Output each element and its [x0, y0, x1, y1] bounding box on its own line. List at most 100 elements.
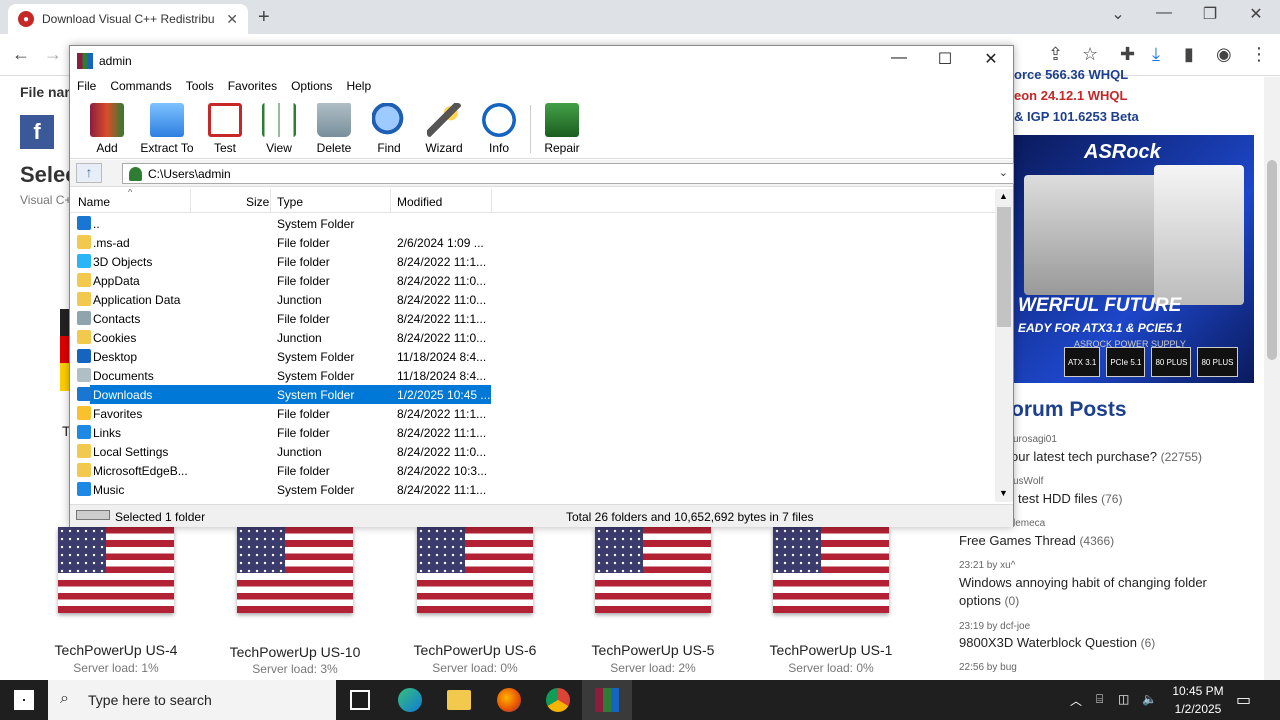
new-tab-button[interactable]: +: [258, 6, 270, 29]
file-row[interactable]: Contacts File folder 8/24/2022 11:1...: [70, 309, 995, 328]
file-row[interactable]: Downloads System Folder 1/2/2025 10:45 ...: [70, 385, 995, 404]
post-title[interactable]: 9800X3D Waterblock Question: [959, 635, 1137, 650]
download-icon[interactable]: ⤓: [1152, 44, 1160, 65]
file-row[interactable]: .. System Folder: [70, 214, 995, 233]
file-row[interactable]: Desktop System Folder 11/18/2024 8:4...: [70, 347, 995, 366]
side-panel-icon[interactable]: ▮: [1184, 44, 1194, 65]
maximize-button[interactable]: ☐: [922, 49, 968, 69]
menu-favorites[interactable]: Favorites: [221, 77, 284, 97]
repair-button[interactable]: Repair: [534, 103, 590, 155]
menu-file[interactable]: File: [70, 77, 103, 97]
notification-icon[interactable]: ▭: [1236, 690, 1251, 710]
menu-commands[interactable]: Commands: [103, 77, 178, 97]
forum-post-link[interactable]: our latest tech purchase? (22755): [1011, 449, 1202, 464]
server-name[interactable]: TechPowerUp US-1: [751, 642, 911, 658]
test-button[interactable]: Test: [197, 103, 253, 155]
forum-post-link[interactable]: Free Games Thread (4366): [959, 533, 1114, 548]
winrar-taskbar-icon[interactable]: [595, 688, 619, 712]
post-title[interactable]: test HDD files: [1018, 491, 1097, 506]
clock-time[interactable]: 10:45 PM: [1168, 684, 1228, 698]
post-title[interactable]: options: [959, 593, 1001, 608]
column-type[interactable]: Type: [277, 195, 303, 209]
file-row[interactable]: Favorites File folder 8/24/2022 11:1...: [70, 404, 995, 423]
menu-kebab-icon[interactable]: ⋮: [1250, 44, 1268, 65]
find-button[interactable]: Find: [361, 103, 417, 155]
file-row[interactable]: 3D Objects File folder 8/24/2022 11:1...: [70, 252, 995, 271]
facebook-icon[interactable]: f: [20, 115, 54, 149]
forum-post-link[interactable]: Windows annoying habit of changing folde…: [959, 575, 1207, 590]
menu-tools[interactable]: Tools: [179, 77, 221, 97]
asrock-advertisement[interactable]: ASRock WERFUL FUTURE EADY FOR ATX3.1 & P…: [1014, 135, 1254, 383]
file-row[interactable]: Documents System Folder 11/18/2024 8:4...: [70, 366, 995, 385]
page-scrollbar-thumb[interactable]: [1267, 160, 1277, 360]
up-folder-button[interactable]: ↑: [76, 163, 102, 183]
us-flag-icon[interactable]: [237, 527, 353, 613]
driver-line-1[interactable]: orce 566.36 WHQL: [1014, 67, 1128, 82]
forum-post-link-cont[interactable]: options (0): [959, 593, 1019, 608]
file-row[interactable]: Music System Folder 8/24/2022 11:1...: [70, 480, 995, 499]
delete-button[interactable]: Delete: [306, 103, 362, 155]
windows-start-icon[interactable]: [14, 690, 34, 710]
view-button[interactable]: View: [251, 103, 307, 155]
file-explorer-icon[interactable]: [447, 690, 471, 710]
network-icon[interactable]: ⌸: [1096, 692, 1103, 707]
taskbar-search[interactable]: ⌕ Type here to search: [48, 680, 336, 720]
back-icon[interactable]: ←: [12, 44, 30, 65]
file-row[interactable]: Local Settings Junction 8/24/2022 11:0...: [70, 442, 995, 461]
chevron-down-icon[interactable]: ⌄: [999, 166, 1008, 179]
scroll-up-icon[interactable]: ▲: [999, 191, 1008, 201]
us-flag-icon[interactable]: [773, 527, 889, 613]
bookmark-star-icon[interactable]: ☆: [1082, 44, 1098, 65]
volume-icon[interactable]: 🔈: [1142, 692, 1157, 706]
chevron-up-icon[interactable]: ︿: [1070, 692, 1082, 709]
extract-to-button[interactable]: Extract To: [137, 103, 197, 155]
tab-search-icon[interactable]: ⌄: [1098, 4, 1138, 24]
us-flag-icon[interactable]: [58, 527, 174, 613]
forum-post-link[interactable]: test HDD files (76): [1018, 491, 1122, 506]
menu-help[interactable]: Help: [339, 77, 378, 97]
share-icon[interactable]: ⇪: [1048, 44, 1063, 65]
clock-date[interactable]: 1/2/2025: [1168, 702, 1228, 716]
menu-options[interactable]: Options: [284, 77, 339, 97]
wizard-button[interactable]: Wizard: [416, 103, 472, 155]
list-scrollbar[interactable]: ▲ ▼: [995, 189, 1013, 502]
minimize-button[interactable]: —: [876, 49, 922, 67]
file-row[interactable]: Cookies Junction 8/24/2022 11:0...: [70, 328, 995, 347]
minimize-button[interactable]: —: [1144, 4, 1184, 22]
file-row[interactable]: .ms-ad File folder 2/6/2024 1:09 ...: [70, 233, 995, 252]
server-name[interactable]: TechPowerUp US-6: [395, 642, 555, 658]
profile-avatar-icon[interactable]: ◉: [1216, 44, 1232, 65]
column-size[interactable]: Size: [246, 195, 269, 209]
winrar-titlebar[interactable]: admin — ☐ ✕: [70, 46, 1013, 76]
info-button[interactable]: Info: [471, 103, 527, 155]
tab-close-icon[interactable]: ✕: [226, 11, 238, 28]
browser-tab[interactable]: ● Download Visual C++ Redistribu ✕: [8, 4, 248, 34]
post-title[interactable]: Free Games Thread: [959, 533, 1076, 548]
file-row[interactable]: AppData File folder 8/24/2022 11:0...: [70, 271, 995, 290]
file-row[interactable]: Application Data Junction 8/24/2022 11:0..…: [70, 290, 995, 309]
path-combobox[interactable]: C:\Users\admin ⌄: [122, 163, 1014, 184]
restore-button[interactable]: ❐: [1190, 4, 1230, 24]
extensions-icon[interactable]: ✚: [1120, 44, 1135, 65]
us-flag-icon[interactable]: [417, 527, 533, 613]
firefox-icon[interactable]: [497, 688, 521, 712]
edge-icon[interactable]: [398, 688, 422, 712]
file-row[interactable]: Links File folder 8/24/2022 11:1...: [70, 423, 995, 442]
scroll-down-icon[interactable]: ▼: [999, 488, 1008, 498]
us-flag-icon[interactable]: [595, 527, 711, 613]
column-name[interactable]: Name: [78, 195, 110, 209]
close-button[interactable]: ✕: [968, 49, 1014, 69]
file-row[interactable]: MicrosoftEdgeB... File folder 8/24/2022 10…: [70, 461, 995, 480]
post-title[interactable]: our latest tech purchase?: [1011, 449, 1157, 464]
server-name[interactable]: TechPowerUp US-10: [215, 644, 375, 660]
column-modified[interactable]: Modified: [397, 195, 442, 209]
post-title[interactable]: Windows annoying habit of changing folde…: [959, 575, 1207, 590]
task-view-icon[interactable]: [350, 690, 370, 710]
chrome-icon[interactable]: [546, 688, 570, 712]
wifi-icon[interactable]: ◫: [1118, 692, 1129, 706]
server-name[interactable]: TechPowerUp US-5: [573, 642, 733, 658]
forward-icon[interactable]: →: [44, 44, 62, 65]
forum-post-link[interactable]: 9800X3D Waterblock Question (6): [959, 635, 1155, 650]
add-button[interactable]: Add: [79, 103, 135, 155]
driver-line-2[interactable]: eon 24.12.1 WHQL: [1014, 88, 1127, 103]
